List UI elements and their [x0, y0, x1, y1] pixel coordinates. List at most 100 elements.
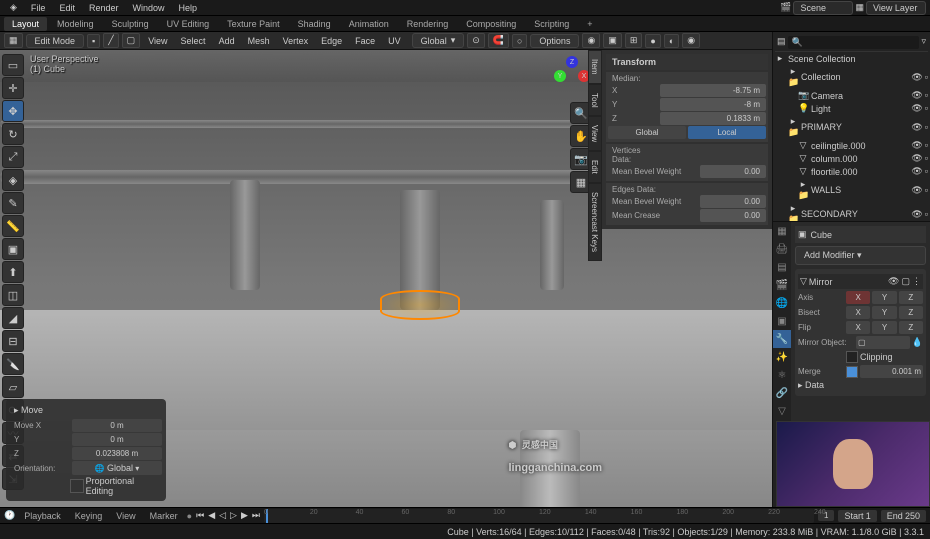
menu-file[interactable]: File: [25, 1, 52, 15]
tl-playback[interactable]: Playback: [19, 510, 66, 522]
tab-texturepaint[interactable]: Texture Paint: [219, 17, 288, 31]
edge-bevel-field[interactable]: 0.00: [700, 195, 766, 208]
outliner-item[interactable]: 💡Light👁▫: [775, 102, 928, 115]
disable-icon[interactable]: ▫: [925, 122, 928, 133]
disable-icon[interactable]: ▫: [925, 72, 928, 83]
local-button[interactable]: Local: [688, 126, 766, 139]
outliner-mode-icon[interactable]: ▤: [777, 36, 786, 49]
outliner-item[interactable]: ▸📁SECONDARY👁▫: [775, 202, 928, 222]
flip-z-button[interactable]: Z: [899, 321, 923, 334]
proptab-viewlayer-icon[interactable]: ▤: [773, 258, 791, 276]
menu-face[interactable]: Face: [350, 35, 380, 47]
tool-transform-icon[interactable]: ◈: [2, 169, 24, 191]
proportional-icon[interactable]: ○: [512, 34, 527, 48]
tool-cursor-icon[interactable]: ✛: [2, 77, 24, 99]
menu-render[interactable]: Render: [83, 1, 125, 15]
shading-wire-icon[interactable]: ⊞: [625, 33, 643, 48]
menu-mesh[interactable]: Mesh: [243, 35, 275, 47]
clipping-checkbox[interactable]: [846, 351, 858, 363]
disable-icon[interactable]: ▫: [925, 166, 928, 177]
outliner-search[interactable]: 🔍: [788, 36, 920, 49]
tab-compositing[interactable]: Compositing: [458, 17, 524, 31]
blender-icon[interactable]: ◈: [4, 0, 23, 15]
menu-uv[interactable]: UV: [383, 35, 406, 47]
tool-scale-icon[interactable]: ⤢: [2, 146, 24, 168]
mod-menu-icon[interactable]: ⋮: [912, 276, 921, 287]
tool-bevel-icon[interactable]: ◢: [2, 307, 24, 329]
visibility-icon[interactable]: 👁: [911, 103, 922, 114]
visibility-icon[interactable]: 👁: [911, 72, 922, 83]
menu-select[interactable]: Select: [176, 35, 211, 47]
play-reverse-icon[interactable]: ◁: [219, 510, 226, 521]
outliner-item[interactable]: ▽floortile.000👁▫: [775, 165, 928, 178]
eyedropper-icon[interactable]: 💧: [912, 337, 923, 348]
viewlayer-input[interactable]: View Layer: [866, 1, 926, 15]
tool-extrude-icon[interactable]: ⬆: [2, 261, 24, 283]
end-frame-field[interactable]: End 250: [881, 510, 926, 522]
transform-x-field[interactable]: -8.75 m: [660, 84, 766, 97]
axis-y-button[interactable]: Y: [872, 291, 896, 304]
proptab-constraint-icon[interactable]: 🔗: [773, 384, 791, 402]
tl-marker[interactable]: Marker: [145, 510, 183, 522]
visibility-icon[interactable]: 👁: [911, 153, 922, 164]
tab-rendering[interactable]: Rendering: [399, 17, 457, 31]
transform-z-field[interactable]: 0.1833 m: [660, 112, 766, 125]
timeline-editor-icon[interactable]: 🕐: [4, 510, 15, 521]
menu-edge[interactable]: Edge: [316, 35, 347, 47]
visibility-icon[interactable]: 👁: [911, 122, 922, 133]
play-end-icon[interactable]: ⏭: [252, 510, 260, 521]
data-section[interactable]: ▸ Data: [798, 380, 824, 391]
tl-keying[interactable]: Keying: [70, 510, 108, 522]
outliner-item[interactable]: ▸📁PRIMARY👁▫: [775, 115, 928, 139]
selmode-vert-icon[interactable]: ▪: [87, 34, 100, 48]
tool-polybuild-icon[interactable]: ▱: [2, 376, 24, 398]
modifier-name[interactable]: Mirror: [809, 277, 833, 287]
ntab-item[interactable]: Item: [588, 50, 602, 84]
visibility-icon[interactable]: 👁: [911, 185, 922, 196]
tool-select-icon[interactable]: ▭: [2, 54, 24, 76]
merge-checkbox[interactable]: [846, 366, 858, 378]
start-frame-field[interactable]: Start 1: [838, 510, 876, 522]
menu-help[interactable]: Help: [173, 1, 204, 15]
outliner-item[interactable]: ▽ceilingtile.000👁▫: [775, 139, 928, 152]
proptab-physics-icon[interactable]: ⚛: [773, 366, 791, 384]
orientation-dropdown[interactable]: 🌐 Global ▾: [72, 461, 162, 475]
tool-loopcut-icon[interactable]: ⊟: [2, 330, 24, 352]
proportional-checkbox[interactable]: [70, 479, 84, 493]
move-y-field[interactable]: 0 m: [72, 433, 162, 446]
disable-icon[interactable]: ▫: [925, 153, 928, 164]
bisect-y-button[interactable]: Y: [872, 306, 896, 319]
scene-name-input[interactable]: Scene: [793, 1, 853, 15]
tab-sculpting[interactable]: Sculpting: [104, 17, 157, 31]
shading-solid-icon[interactable]: ●: [645, 34, 660, 48]
shading-render-icon[interactable]: ◉: [682, 33, 700, 48]
nav-gizmo[interactable]: X Y Z: [550, 56, 592, 98]
disable-icon[interactable]: ▫: [925, 140, 928, 151]
disable-icon[interactable]: ▫: [925, 103, 928, 114]
tab-uvediting[interactable]: UV Editing: [159, 17, 218, 31]
flip-x-button[interactable]: X: [846, 321, 870, 334]
tool-knife-icon[interactable]: 🔪: [2, 353, 24, 375]
disable-icon[interactable]: ▫: [925, 185, 928, 196]
snap-icon[interactable]: 🧲: [488, 33, 509, 48]
disable-icon[interactable]: ▫: [925, 90, 928, 101]
editor-type-icon[interactable]: ▦: [4, 33, 23, 48]
ntab-view[interactable]: View: [588, 116, 602, 151]
play-prev-icon[interactable]: ◀: [208, 510, 215, 521]
axis-x-button[interactable]: X: [846, 291, 870, 304]
mod-edit-icon[interactable]: ▢: [901, 276, 910, 287]
ntab-edit[interactable]: Edit: [588, 151, 602, 183]
proptab-modifier-icon[interactable]: 🔧: [773, 330, 791, 348]
flip-y-button[interactable]: Y: [872, 321, 896, 334]
visibility-icon[interactable]: 👁: [911, 209, 922, 220]
tool-rotate-icon[interactable]: ↻: [2, 123, 24, 145]
menu-add[interactable]: Add: [214, 35, 240, 47]
menu-view[interactable]: View: [143, 35, 172, 47]
vert-bevel-field[interactable]: 0.00: [700, 165, 766, 178]
tab-layout[interactable]: Layout: [4, 17, 47, 31]
viewport-3d[interactable]: ▭ ✛ ✥ ↻ ⤢ ◈ ✎ 📏 ▣ ⬆ ◫ ◢ ⊟ 🔪 ▱ ⟳ 〰 ⇄ ⇲: [0, 50, 772, 507]
play-start-icon[interactable]: ⏮: [196, 510, 204, 521]
outliner-item[interactable]: 📷Camera👁▫: [775, 89, 928, 102]
proptab-render-icon[interactable]: ▦: [773, 222, 791, 240]
bisect-z-button[interactable]: Z: [899, 306, 923, 319]
